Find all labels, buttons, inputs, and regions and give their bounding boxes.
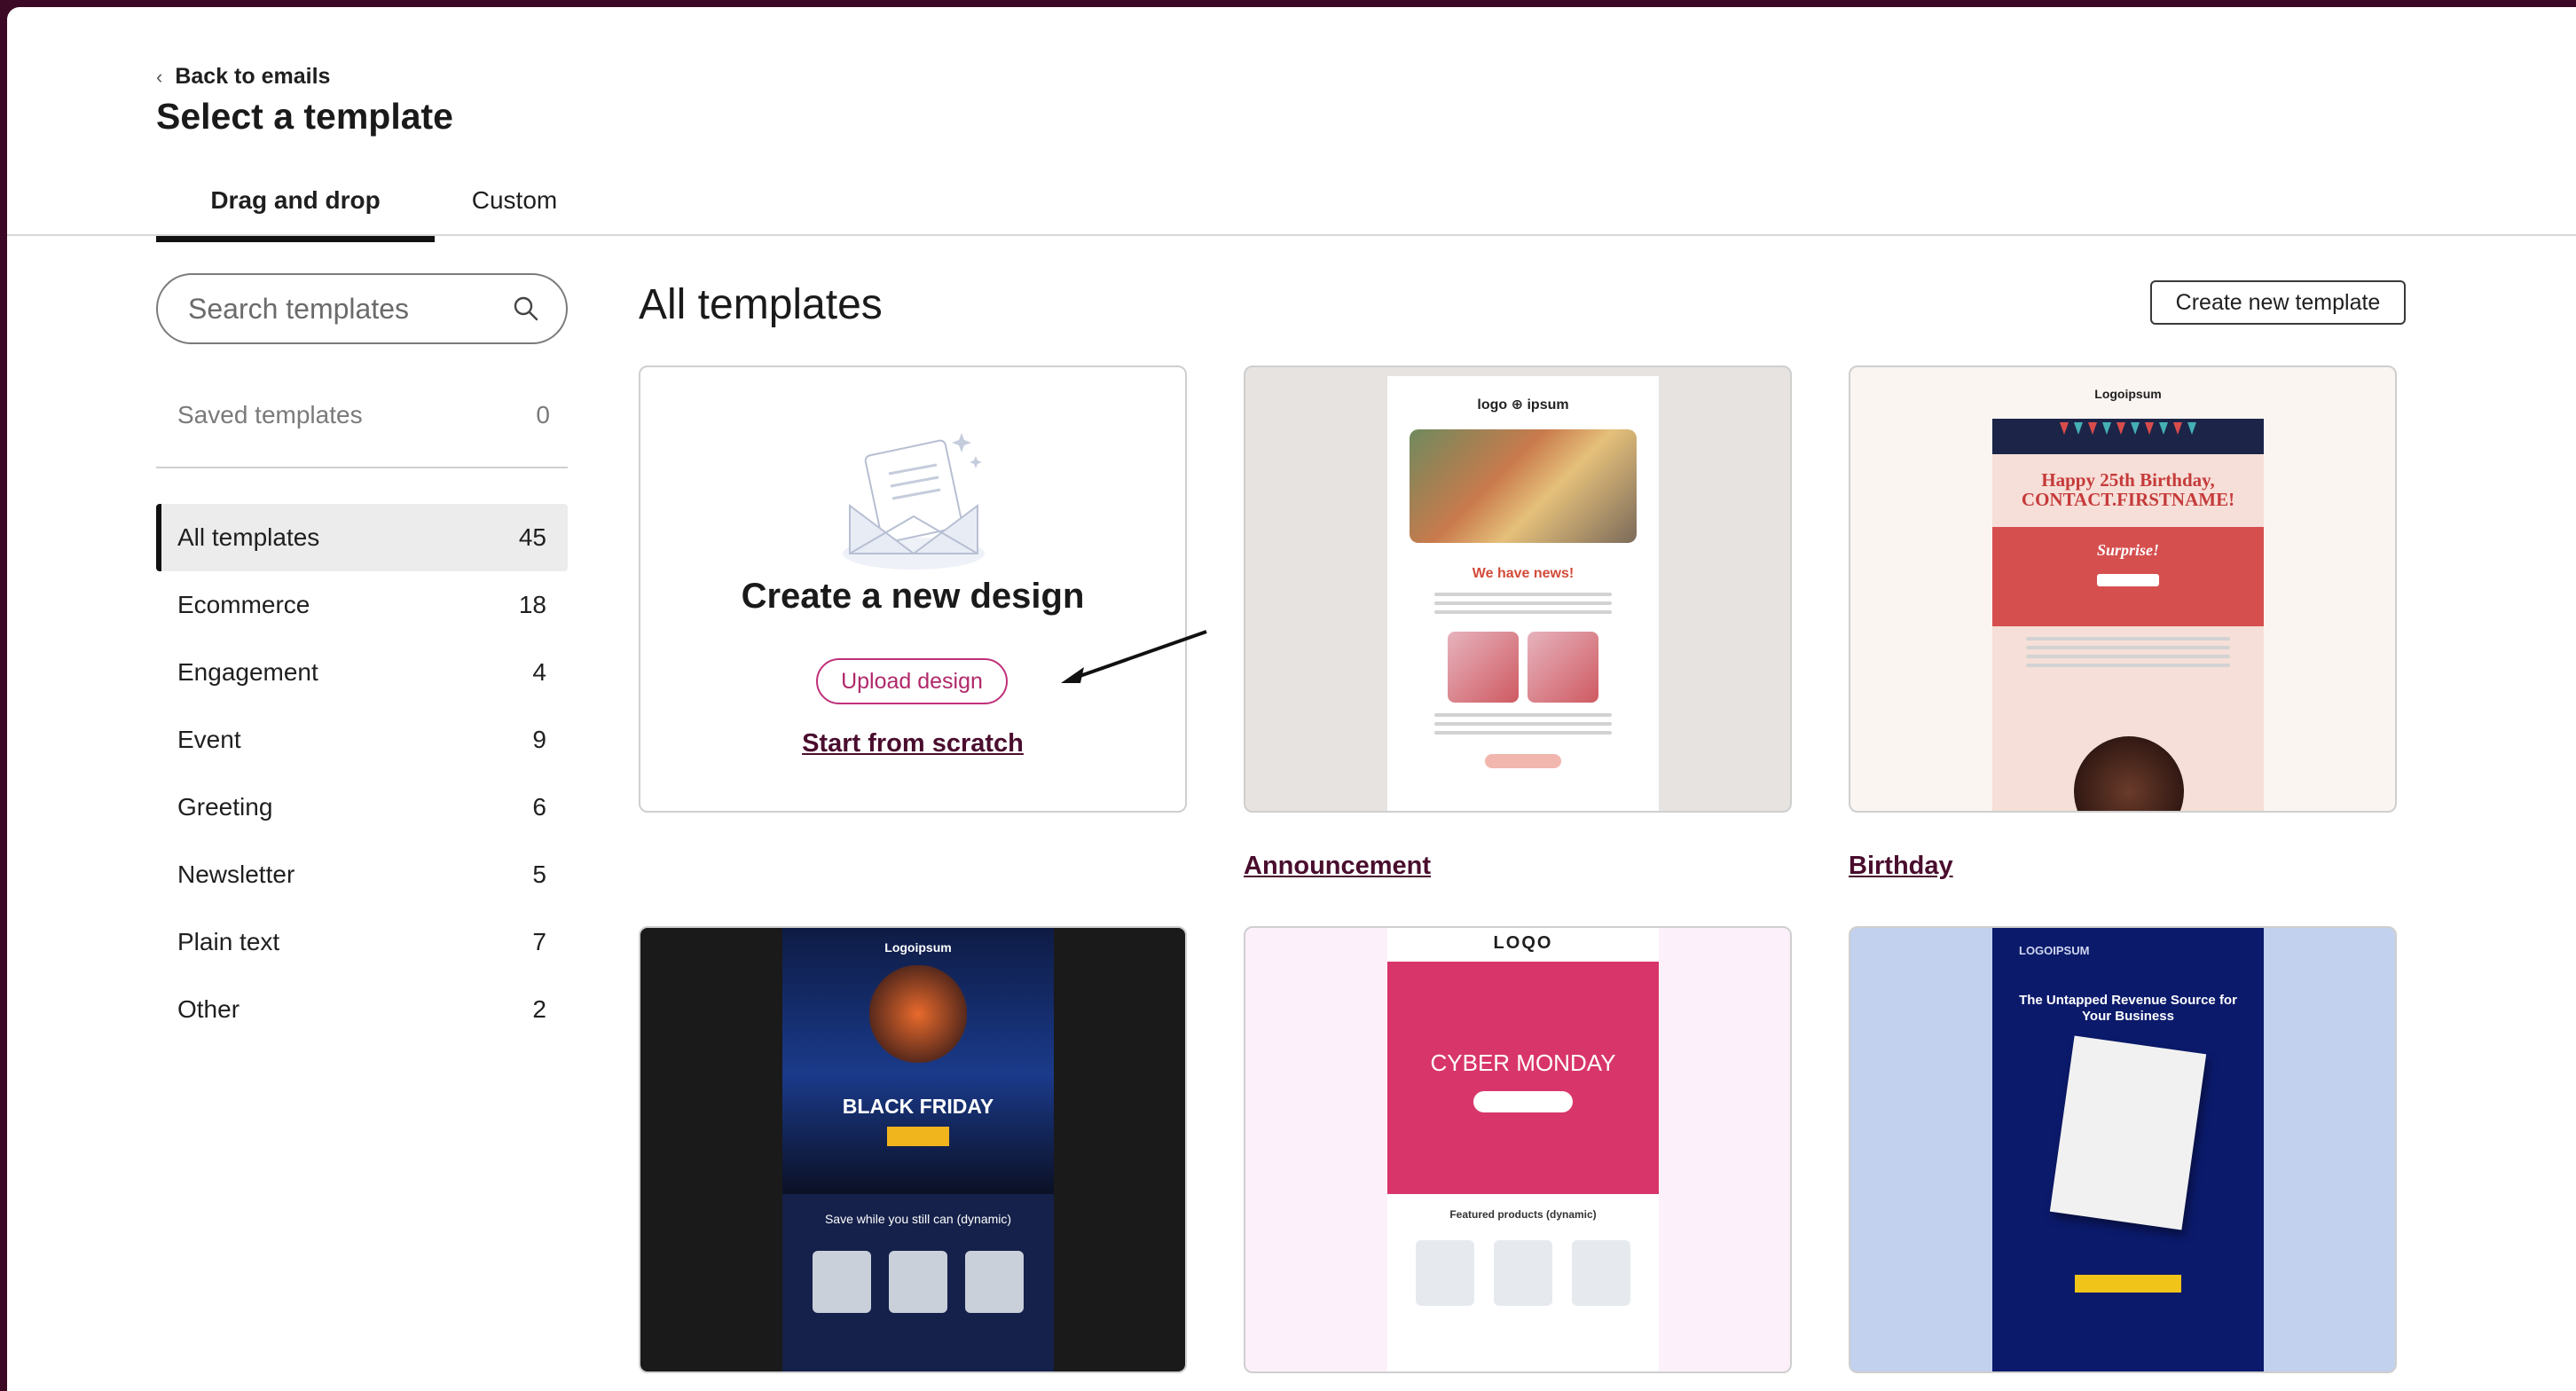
preview-hero: CYBER MONDAY — [1387, 962, 1659, 1194]
preview-code-pill — [1473, 1091, 1573, 1112]
preview-book-image — [2049, 1035, 2207, 1230]
main-title: All templates — [639, 281, 883, 328]
category-label: Newsletter — [177, 861, 295, 888]
tab-drag-and-drop[interactable]: Drag and drop — [156, 176, 435, 242]
preview-headline: Happy 25th Birthday, CONTACT.FIRSTNAME! — [2021, 469, 2235, 510]
template-card-ebook[interactable]: LOGOIPSUM The Untapped Revenue Source fo… — [1849, 926, 2397, 1373]
category-all-templates[interactable]: All templates 45 — [156, 504, 568, 571]
create-design-title: Create a new design — [741, 577, 1085, 616]
email-preview: LOGOIPSUM The Untapped Revenue Source fo… — [1992, 928, 2264, 1371]
saved-templates-count: 0 — [536, 401, 550, 428]
preview-photo — [1410, 429, 1637, 543]
template-card-birthday[interactable]: Logoipsum Happy 25th Birthday, CONTACT.F… — [1849, 365, 2397, 813]
chevron-left-icon: ‹ — [156, 65, 163, 88]
preview-logo: logo ⊕ ipsum — [1477, 397, 1569, 413]
category-newsletter[interactable]: Newsletter 5 — [156, 841, 568, 908]
upload-design-button[interactable]: Upload design — [816, 658, 1008, 704]
template-card-cyber-monday[interactable]: LOQO CYBER MONDAY Featured products (dyn… — [1244, 926, 1792, 1373]
tabs-divider — [7, 234, 2576, 236]
category-list: All templates 45 Ecommerce 18 Engagement… — [156, 504, 568, 1043]
preview-text-lines — [1434, 593, 1612, 614]
preview-headline: CYBER MONDAY — [1430, 1049, 1616, 1076]
preview-products — [1387, 632, 1659, 703]
category-label: Engagement — [177, 658, 318, 686]
category-other[interactable]: Other 2 — [156, 976, 568, 1043]
start-from-scratch-link[interactable]: Start from scratch — [640, 729, 1185, 758]
search-field[interactable] — [156, 273, 568, 344]
category-engagement[interactable]: Engagement 4 — [156, 639, 568, 706]
preview-cart-image — [869, 965, 967, 1063]
email-preview: Logoipsum Happy 25th Birthday, CONTACT.F… — [1992, 367, 2264, 811]
category-event[interactable]: Event 9 — [156, 706, 568, 774]
preview-surprise-text: Surprise! — [2096, 541, 2160, 559]
category-label: Event — [177, 726, 241, 753]
sidebar-divider — [156, 467, 568, 468]
create-new-template-button[interactable]: Create new template — [2150, 280, 2406, 325]
preview-download-button — [2075, 1275, 2181, 1293]
preview-logo: Logoipsum — [884, 940, 952, 955]
preview-headline: We have news! — [1472, 566, 1575, 581]
preview-bunting — [1992, 419, 2264, 454]
saved-templates-item[interactable]: Saved templates 0 — [177, 401, 550, 429]
category-label: Ecommerce — [177, 591, 310, 618]
category-count: 9 — [532, 726, 546, 753]
preview-logo: Logoipsum — [1992, 367, 2264, 419]
preview-subheadline: Save while you still can (dynamic) — [824, 1212, 1012, 1226]
category-count: 5 — [532, 861, 546, 888]
preview-button — [1485, 754, 1561, 768]
category-count: 45 — [518, 523, 546, 551]
app-frame: ‹ Back to emails Select a template Drag … — [7, 7, 2576, 1391]
category-count: 2 — [532, 995, 546, 1023]
template-card-announcement[interactable]: logo ⊕ ipsum We have news! — [1244, 365, 1792, 813]
tab-custom[interactable]: Custom — [435, 176, 577, 242]
category-label: All templates — [177, 523, 320, 551]
template-card-black-friday[interactable]: Logoipsum BLACK FRIDAY Save while you st… — [639, 926, 1187, 1373]
category-ecommerce[interactable]: Ecommerce 18 — [156, 571, 568, 639]
template-label-announcement[interactable]: Announcement — [1244, 852, 1431, 881]
template-label-birthday[interactable]: Birthday — [1849, 852, 1953, 881]
category-count: 4 — [532, 658, 546, 686]
envelope-icon — [843, 433, 985, 570]
preview-text-lines — [1434, 713, 1612, 735]
create-design-card: Create a new design Upload design Start … — [639, 365, 1187, 813]
preview-text-lines — [2026, 637, 2230, 667]
category-count: 6 — [532, 793, 546, 821]
saved-templates-label: Saved templates — [177, 401, 363, 428]
category-greeting[interactable]: Greeting 6 — [156, 774, 568, 841]
preview-hero: Logoipsum BLACK FRIDAY — [782, 928, 1054, 1194]
category-label: Other — [177, 995, 240, 1023]
preview-logo: LOQO — [1493, 933, 1553, 953]
preview-surprise-banner: Surprise! — [1992, 527, 2264, 626]
category-label: Greeting — [177, 793, 273, 821]
search-icon[interactable] — [513, 295, 539, 322]
back-to-emails-link[interactable]: ‹ Back to emails — [156, 64, 330, 90]
preview-logo: LOGOIPSUM — [2019, 944, 2090, 957]
category-count: 18 — [518, 591, 546, 618]
preview-products — [1387, 1240, 1659, 1306]
back-label: Back to emails — [175, 64, 331, 89]
category-label: Plain text — [177, 928, 280, 955]
email-preview: LOQO CYBER MONDAY Featured products (dyn… — [1387, 928, 1659, 1371]
annotation-arrow-icon — [1061, 630, 1207, 683]
preview-headline: BLACK FRIDAY — [842, 1095, 994, 1118]
category-count: 7 — [532, 928, 546, 955]
preview-headline: The Untapped Revenue Source for Your Bus… — [2019, 993, 2237, 1024]
preview-subheadline: Featured products (dynamic) — [1449, 1208, 1597, 1221]
page-title: Select a template — [156, 96, 453, 137]
preview-discount-badge — [887, 1127, 949, 1146]
template-tabs: Drag and drop Custom — [156, 176, 577, 242]
preview-products-section: Save while you still can (dynamic) — [782, 1194, 1054, 1371]
preview-cake-image — [2074, 736, 2184, 811]
email-preview: Logoipsum BLACK FRIDAY Save while you st… — [782, 928, 1054, 1371]
search-input[interactable] — [188, 292, 490, 326]
email-preview: logo ⊕ ipsum We have news! — [1387, 376, 1659, 811]
category-plain-text[interactable]: Plain text 7 — [156, 908, 568, 976]
